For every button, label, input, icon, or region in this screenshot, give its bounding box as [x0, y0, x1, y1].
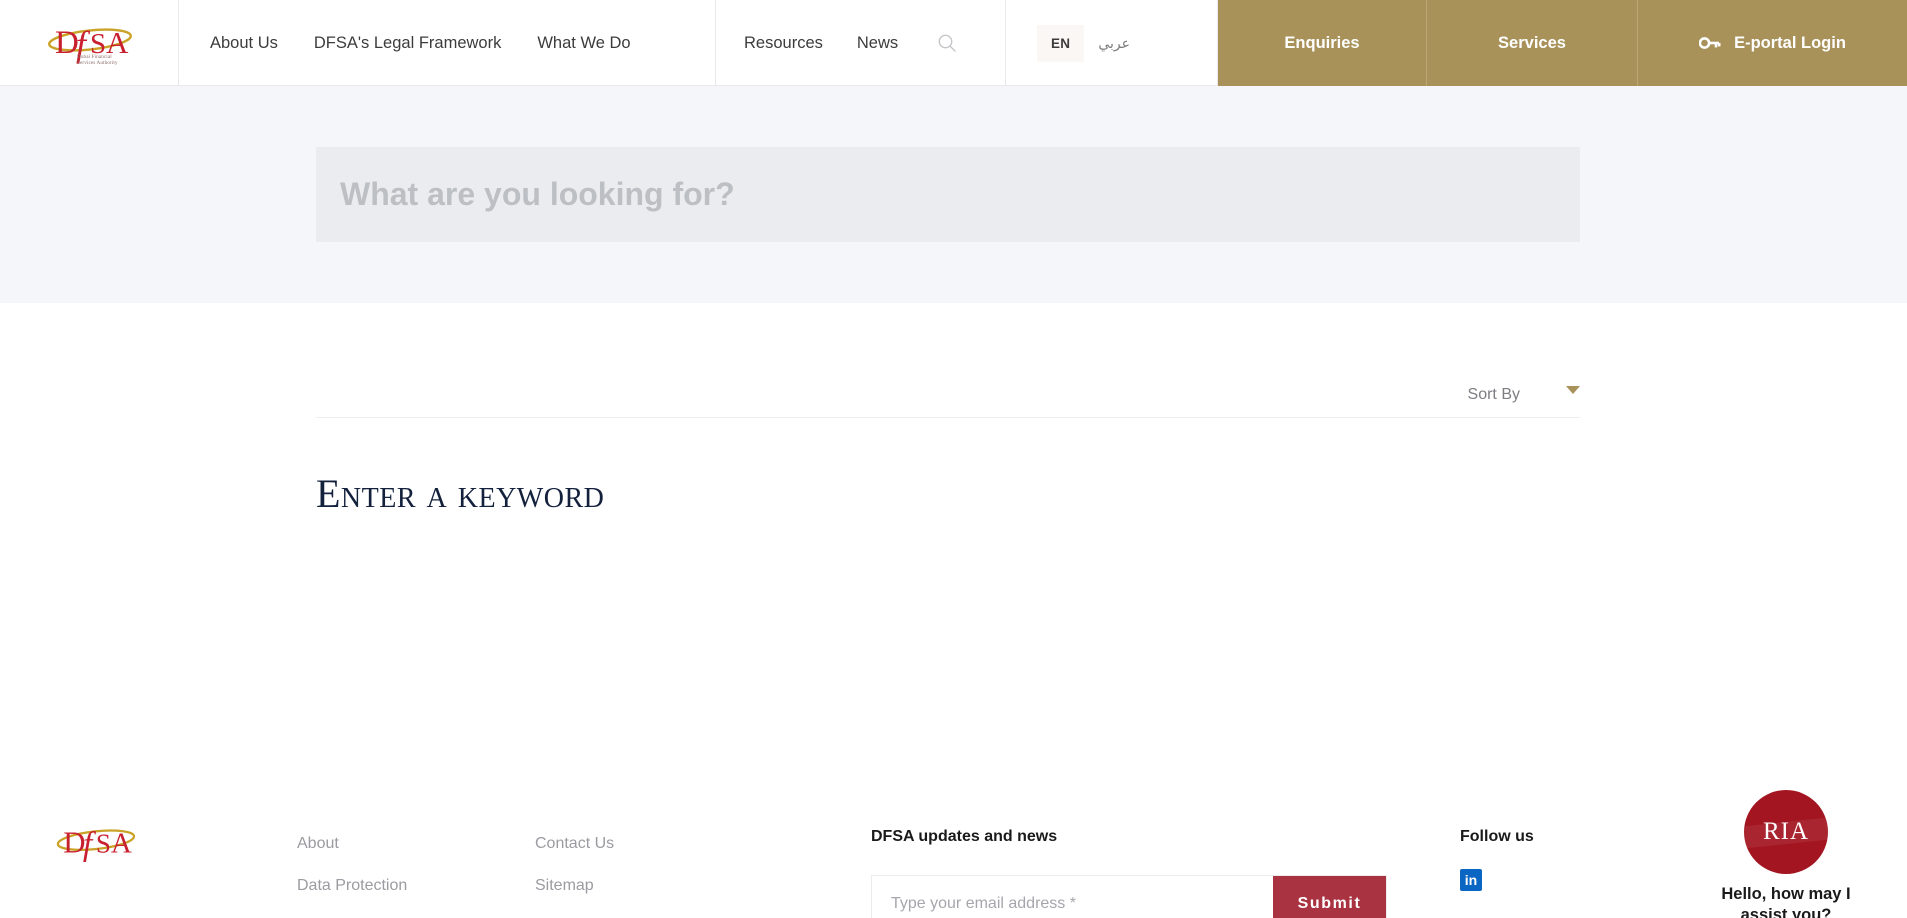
ria-label: RIA: [1762, 818, 1810, 845]
footer-link-contact-us[interactable]: Contact Us: [535, 835, 614, 853]
site-footer: D f S A About Data Protection Legal Disc…: [0, 790, 1907, 918]
eportal-login-button[interactable]: E-portal Login: [1638, 0, 1907, 86]
secondary-nav: Resources News: [716, 0, 1006, 86]
newsletter-form: Submit: [871, 875, 1387, 918]
search-icon[interactable]: [936, 32, 958, 54]
linkedin-glyph: in: [1464, 872, 1478, 888]
search-input[interactable]: [316, 147, 1580, 242]
page-title: Enter a keyword: [316, 471, 605, 516]
follow-us-title: Follow us: [1460, 828, 1534, 845]
page-root: D f S A Dubai Financial Services Authorit…: [0, 0, 1907, 918]
eportal-login-label: E-portal Login: [1734, 33, 1846, 52]
services-button[interactable]: Services: [1427, 0, 1638, 86]
chevron-down-icon[interactable]: [1566, 385, 1580, 394]
enquiries-button[interactable]: Enquiries: [1218, 0, 1427, 86]
key-icon: [1699, 32, 1721, 54]
enquiries-label: Enquiries: [1284, 33, 1360, 52]
submit-button[interactable]: Submit: [1273, 876, 1386, 918]
footer-column-1: About Data Protection Legal Disclaimer: [297, 835, 415, 918]
linkedin-icon[interactable]: in: [1460, 869, 1482, 891]
newsletter-title: DFSA updates and news: [871, 828, 1058, 845]
services-label: Services: [1498, 33, 1566, 52]
footer-link-sitemap[interactable]: Sitemap: [535, 877, 614, 895]
dfsa-logo-footer-mark: D f S A: [56, 825, 136, 863]
primary-nav: About Us DFSA's Legal Framework What We …: [179, 0, 716, 86]
sort-bar: Sort By: [316, 372, 1580, 418]
newsletter-signup: DFSA updates and news Submit: [871, 828, 1391, 918]
nav-item-what-we-do[interactable]: What We Do: [537, 34, 630, 53]
email-field[interactable]: [872, 876, 1273, 918]
svg-text:A: A: [111, 827, 132, 859]
language-switcher: EN عربي: [1006, 0, 1218, 86]
follow-us-block: Follow us in: [1460, 828, 1534, 891]
lang-option-en[interactable]: EN: [1037, 24, 1085, 62]
site-header: D f S A Dubai Financial Services Authorit…: [0, 0, 1907, 86]
dfsa-logo-footer[interactable]: D f S A: [52, 815, 138, 876]
nav-item-legal-framework[interactable]: DFSA's Legal Framework: [314, 34, 501, 53]
sort-by-label[interactable]: Sort By: [1468, 386, 1520, 404]
svg-text:S: S: [96, 828, 111, 858]
hero-search-band: [0, 86, 1907, 303]
dfsa-logo[interactable]: D f S A Dubai Financial Services Authorit…: [43, 13, 135, 73]
chat-greeting: Hello, how may I assist you?: [1721, 885, 1851, 918]
footer-link-data-protection[interactable]: Data Protection: [297, 877, 415, 895]
chat-widget: RIA Hello, how may I assist you?: [1686, 790, 1886, 918]
lang-option-ar[interactable]: عربي: [1098, 35, 1130, 52]
footer-column-2: Contact Us Sitemap Careers: [535, 835, 614, 918]
logo-cell[interactable]: D f S A Dubai Financial Services Authorit…: [0, 0, 179, 86]
nav-item-resources[interactable]: Resources: [744, 34, 823, 53]
footer-link-about[interactable]: About: [297, 835, 415, 853]
nav-item-news[interactable]: News: [857, 34, 898, 53]
ria-avatar[interactable]: RIA: [1744, 790, 1828, 874]
nav-item-about-us[interactable]: About Us: [210, 34, 278, 53]
logo-tagline: Dubai Financial Services Authority: [77, 54, 118, 67]
